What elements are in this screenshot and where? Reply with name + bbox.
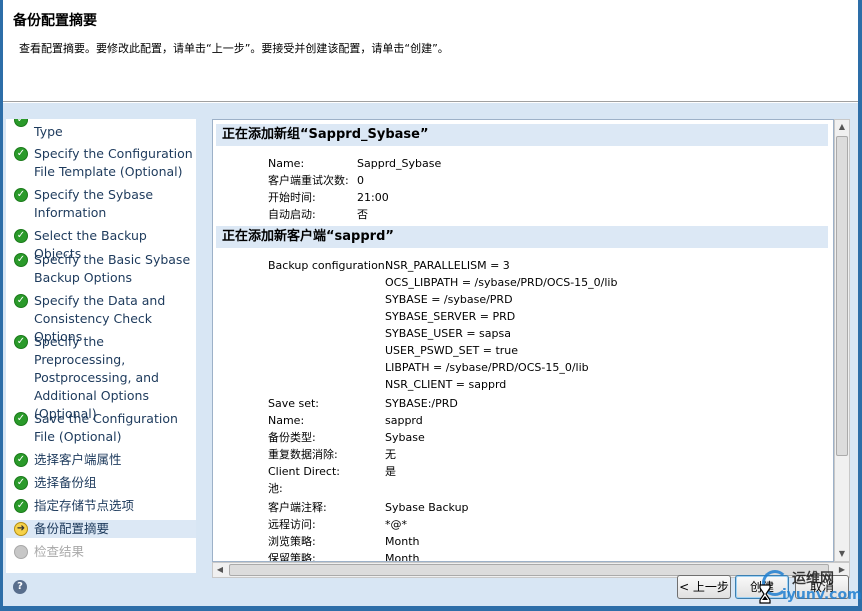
nav-step-label: 选择备份组: [34, 475, 97, 490]
nav-step-label: Type: [34, 124, 63, 139]
backup-config-value: USER_PSWD_SET = true: [385, 344, 519, 357]
group-row-value: 0: [357, 174, 364, 187]
nav-step-label: Specify the Basic Sybase Backup Options: [34, 252, 191, 285]
backup-config-value: SYBASE_USER = sapsa: [385, 327, 511, 340]
group-row-value: Sapprd_Sybase: [357, 157, 442, 170]
nav-step-item: ✓ 选择备份组: [6, 474, 196, 492]
scroll-left-arrow-icon[interactable]: ◀: [213, 563, 227, 577]
previous-button[interactable]: < 上一步: [677, 575, 731, 599]
scroll-up-arrow-icon[interactable]: ▲: [835, 120, 849, 134]
group-row-key: 客户端重试次数:: [268, 174, 349, 187]
wizard-body: ✓ Type ✓ Specify the Configuration File Tem…: [3, 103, 858, 606]
check-icon: ✓: [14, 188, 28, 202]
current-step-arrow-icon: ➜: [14, 522, 28, 536]
scroll-down-arrow-icon[interactable]: ▼: [835, 547, 849, 561]
backup-config-key: Backup configuration:: [268, 259, 389, 272]
client-row-value: 是: [385, 465, 396, 478]
hourglass-cursor-icon: [759, 584, 771, 604]
nav-step-item: ✓ 指定存储节点选项: [6, 497, 196, 515]
wizard-step-nav: ✓ Type ✓ Specify the Configuration File Tem…: [6, 119, 196, 573]
page-description: 查看配置摘要。要修改此配置，请单击“上一步”。要接受并创建该配置，请单击“创建”…: [19, 42, 449, 55]
nav-step-label: 备份配置摘要: [34, 521, 110, 536]
backup-config-value: NSR_PARALLELISM = 3: [385, 259, 510, 272]
backup-config-value: LIBPATH = /sybase/PRD/OCS-15_0/lib: [385, 361, 589, 374]
summary-panel: 正在添加新组“Sapprd_Sybase” Name: Sapprd_Sybas…: [212, 119, 834, 562]
client-section-header: 正在添加新客户端“sapprd”: [216, 226, 828, 248]
nav-step-label: Specify the Sybase Information: [34, 187, 154, 220]
nav-step-item: 检查结果: [6, 543, 196, 561]
group-row-key: Name:: [268, 157, 305, 170]
summary-vertical-scrollbar[interactable]: ▲ ▼: [834, 119, 850, 562]
window-frame-bottom: [0, 606, 862, 611]
group-row-key: 自动启动:: [268, 208, 316, 221]
client-row-key: Client Direct:: [268, 465, 340, 478]
group-section-header: 正在添加新组“Sapprd_Sybase”: [216, 124, 828, 146]
nav-step-label: Specify the Configuration File Template …: [34, 146, 193, 179]
watermark-top-text: 运维网: [792, 571, 834, 587]
client-row-key: Save set:: [268, 397, 320, 410]
nav-step-item: ✓ Save the Configuration File (Optional): [6, 410, 196, 446]
nav-step-label: Save the Configuration File (Optional): [34, 411, 178, 444]
client-row-value: Month: [385, 535, 420, 548]
watermark-bottom-text: iyunv.com: [782, 587, 862, 603]
wizard-header: 备份配置摘要 查看配置摘要。要修改此配置，请单击“上一步”。要接受并创建该配置，…: [3, 0, 858, 102]
nav-step-item: ✓ Specify the Configuration File Template…: [6, 145, 196, 181]
group-row-key: 开始时间:: [268, 191, 316, 204]
client-row-value: Sybase Backup: [385, 501, 469, 514]
check-icon: ✓: [14, 476, 28, 490]
client-row-key: 保留策略:: [268, 552, 316, 562]
client-row-value: SYBASE:/PRD: [385, 397, 458, 410]
check-icon: ✓: [14, 412, 28, 426]
group-row-value: 21:00: [357, 191, 389, 204]
check-icon: ✓: [14, 229, 28, 243]
client-row-value: *@*: [385, 518, 407, 531]
backup-config-value: SYBASE_SERVER = PRD: [385, 310, 516, 323]
client-row-key: 客户端注释:: [268, 501, 327, 514]
nav-step-item: ✓ Specify the Sybase Information: [6, 186, 196, 222]
client-row-value: 无: [385, 448, 396, 461]
watermark-logo: 运维网 iyunv.com: [762, 566, 862, 606]
check-icon: ✓: [14, 147, 28, 161]
backup-config-value: OCS_LIBPATH = /sybase/PRD/OCS-15_0/lib: [385, 276, 618, 289]
help-icon[interactable]: ?: [13, 580, 27, 594]
client-row-value: sapprd: [385, 414, 423, 427]
pending-step-icon: [14, 545, 28, 559]
check-icon: ✓: [14, 453, 28, 467]
check-icon: ✓: [14, 253, 28, 267]
check-icon: ✓: [14, 499, 28, 513]
check-icon: ✓: [14, 294, 28, 308]
nav-step-item: ✓ Type: [6, 119, 196, 141]
check-icon: ✓: [14, 335, 28, 349]
nav-step-label: 选择客户端属性: [34, 452, 122, 467]
client-row-key: 重复数据消除:: [268, 448, 338, 461]
group-row-value: 否: [357, 208, 368, 221]
nav-step-item: ➜ 备份配置摘要: [6, 520, 196, 538]
client-row-key: 备份类型:: [268, 431, 316, 444]
client-row-key: 池:: [268, 482, 283, 495]
client-row-key: 远程访问:: [268, 518, 316, 531]
page-title: 备份配置摘要: [13, 13, 97, 29]
nav-step-item: ✓ Specify the Basic Sybase Backup Options: [6, 251, 196, 287]
nav-step-label: 检查结果: [34, 544, 85, 559]
backup-config-value: NSR_CLIENT = sapprd: [385, 378, 507, 391]
client-row-value: Sybase: [385, 431, 425, 444]
nav-step-item: ✓ 选择客户端属性: [6, 451, 196, 469]
client-row-value: Month: [385, 552, 420, 562]
client-row-key: Name:: [268, 414, 305, 427]
window-frame-right: [858, 0, 862, 611]
nav-step-label: 指定存储节点选项: [34, 498, 135, 513]
vertical-scroll-thumb[interactable]: [836, 136, 848, 456]
check-icon: ✓: [14, 119, 28, 127]
client-row-key: 浏览策略:: [268, 535, 316, 548]
backup-config-value: SYBASE = /sybase/PRD: [385, 293, 513, 306]
